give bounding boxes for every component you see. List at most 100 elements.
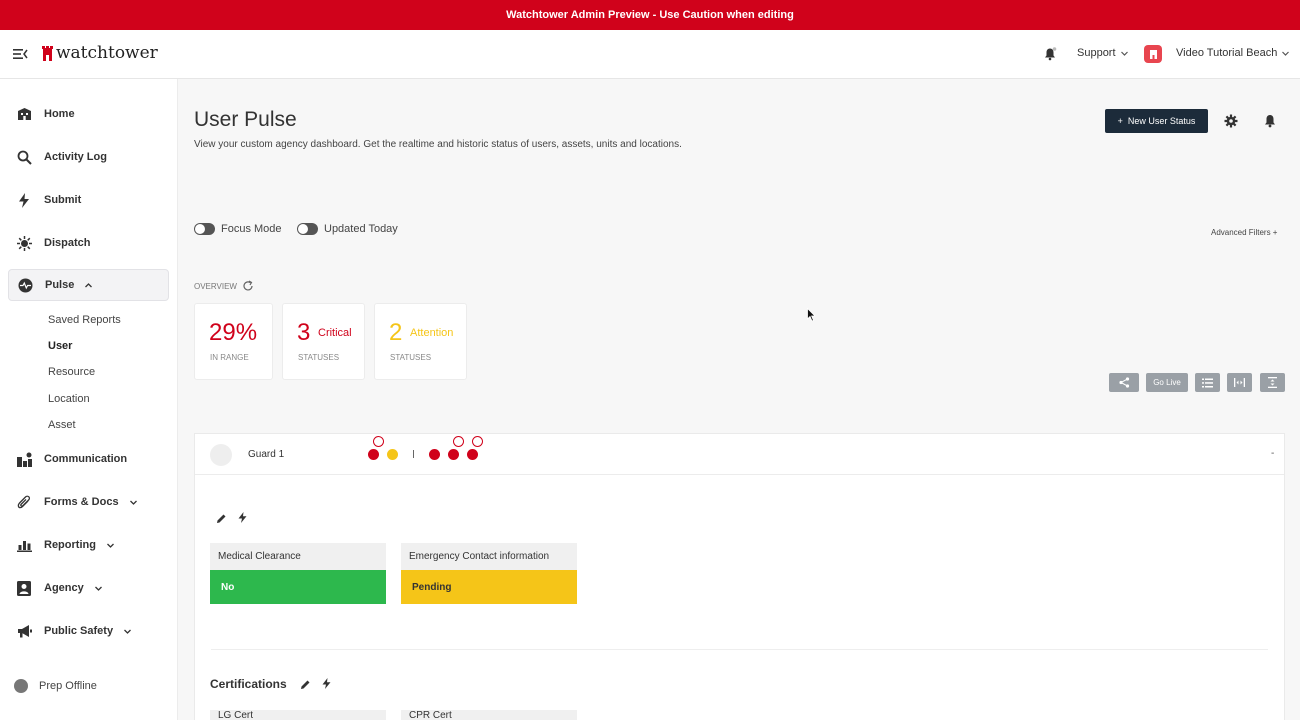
cpr-cert-field[interactable]: CPR Cert <box>401 710 577 720</box>
alert-ring-icon <box>472 436 483 447</box>
avatar <box>210 444 232 466</box>
refresh-icon[interactable] <box>242 280 254 292</box>
go-live-button[interactable]: Go Live <box>1146 373 1188 392</box>
page-title: User Pulse <box>194 108 297 131</box>
critical-stat-card[interactable]: 3 Critical STATUSES <box>282 303 365 380</box>
bolt-icon[interactable] <box>321 678 332 689</box>
sidebar-item-label: Communication <box>44 453 128 465</box>
badge-icon <box>16 580 32 596</box>
sidebar-item-forms-docs[interactable]: Forms & Docs <box>8 486 169 518</box>
focus-mode-switch[interactable] <box>194 223 215 235</box>
advanced-filters-link[interactable]: Advanced Filters + <box>1211 228 1277 237</box>
share-button[interactable] <box>1109 373 1139 392</box>
logo-text: watchtower <box>56 43 158 63</box>
share-icon <box>1118 377 1129 388</box>
pulse-subitem-saved-reports[interactable]: Saved Reports <box>48 314 121 326</box>
list-view-button[interactable] <box>1195 373 1220 392</box>
expand-width-button[interactable] <box>1227 373 1252 392</box>
chevron-down-icon <box>124 629 132 634</box>
user-row-header[interactable]: Guard 1 - <box>195 434 1284 475</box>
sidebar-item-label: Home <box>44 108 75 120</box>
chevron-up-icon <box>85 282 93 287</box>
notifications-bell-icon[interactable] <box>1043 47 1057 61</box>
agency-name-label: Video Tutorial Beach <box>1176 47 1278 59</box>
gear-icon[interactable] <box>1224 114 1238 128</box>
sidebar-item-label: Public Safety <box>44 625 114 637</box>
communication-icon <box>16 451 32 467</box>
alerts-bell-icon[interactable] <box>1263 114 1277 128</box>
medical-clearance-field[interactable]: Medical Clearance No <box>210 543 386 605</box>
watchtower-logo[interactable]: watchtower <box>42 43 158 63</box>
sidebar-item-agency[interactable]: Agency <box>8 572 169 604</box>
sidebar-item-pulse[interactable]: Pulse <box>8 269 169 301</box>
home-icon <box>16 106 32 122</box>
pulse-subitem-user[interactable]: User <box>48 340 72 352</box>
new-user-status-label: New User Status <box>1127 116 1196 126</box>
overview-header: OVERVIEW <box>194 280 254 292</box>
new-user-status-button[interactable]: + New User Status <box>1105 109 1208 133</box>
status-separator <box>413 450 414 458</box>
sidebar-item-reporting[interactable]: Reporting <box>8 529 169 561</box>
sidebar-item-public-safety[interactable]: Public Safety <box>8 615 169 647</box>
user-pulse-panel: Guard 1 - Medical Clearance No Emergency… <box>194 433 1285 720</box>
expand-height-button[interactable] <box>1260 373 1285 392</box>
pulse-icon <box>17 277 33 293</box>
pulse-subitem-resource[interactable]: Resource <box>48 366 95 378</box>
field-label: Medical Clearance <box>210 543 386 570</box>
attention-value: 2 <box>389 319 403 346</box>
bolt-icon <box>16 192 32 208</box>
collapse-row-button[interactable]: - <box>1271 448 1274 459</box>
attention-statuses-label: STATUSES <box>390 353 432 362</box>
chevron-down-icon <box>1282 51 1290 56</box>
status-dot-critical[interactable] <box>448 449 459 460</box>
emergency-contact-field[interactable]: Emergency Contact information Pending <box>401 543 577 605</box>
sidebar-item-label: Activity Log <box>44 151 107 163</box>
agency-avatar[interactable] <box>1144 45 1162 63</box>
top-bar: watchtower Support Video Tutorial Beach <box>0 30 1300 79</box>
critical-statuses-label: STATUSES <box>298 353 340 362</box>
section-divider <box>211 649 1268 650</box>
sidebar-item-label: Forms & Docs <box>44 496 119 508</box>
critical-label: Critical <box>318 327 352 339</box>
chevron-down-icon <box>94 586 102 591</box>
updated-today-toggle[interactable]: Updated Today <box>297 223 398 235</box>
pulse-subitem-location[interactable]: Location <box>48 393 90 405</box>
attention-label: Attention <box>410 327 454 339</box>
status-dot-critical[interactable] <box>467 449 478 460</box>
in-range-value: 29% <box>209 319 258 346</box>
certifications-title: Certifications <box>210 677 287 691</box>
sidebar-item-home[interactable]: Home <box>8 98 169 130</box>
in-range-stat-card[interactable]: 29% IN RANGE <box>194 303 273 380</box>
sidebar-item-dispatch[interactable]: Dispatch <box>8 227 169 259</box>
chart-icon <box>16 537 32 553</box>
updated-today-switch[interactable] <box>297 223 318 235</box>
prep-offline-button[interactable]: Prep Offline <box>14 679 97 693</box>
status-dot-critical[interactable] <box>429 449 440 460</box>
chevron-down-icon <box>106 543 114 548</box>
sidebar-item-activity-log[interactable]: Activity Log <box>8 141 169 173</box>
status-dot-attention[interactable] <box>387 449 398 460</box>
edit-pencil-icon[interactable] <box>216 513 227 524</box>
page-description: View your custom agency dashboard. Get t… <box>194 139 682 150</box>
prep-offline-label: Prep Offline <box>39 680 97 692</box>
banner-text: Watchtower Admin Preview - Use Caution w… <box>506 9 794 21</box>
expand-horizontal-icon <box>1234 378 1245 387</box>
menu-collapse-icon[interactable] <box>12 46 28 62</box>
siren-icon <box>16 235 32 251</box>
bolt-icon[interactable] <box>237 512 248 523</box>
support-label: Support <box>1077 47 1116 59</box>
in-range-label: IN RANGE <box>210 353 249 362</box>
critical-value: 3 <box>297 319 311 346</box>
edit-pencil-icon[interactable] <box>300 679 311 690</box>
pulse-subitem-asset[interactable]: Asset <box>48 419 76 431</box>
support-menu[interactable]: Support <box>1077 47 1129 59</box>
alert-ring-icon <box>453 436 464 447</box>
focus-mode-toggle[interactable]: Focus Mode <box>194 223 282 235</box>
agency-switcher[interactable]: Video Tutorial Beach <box>1176 47 1290 59</box>
sidebar-item-communication[interactable]: Communication <box>8 443 169 475</box>
sidebar-item-submit[interactable]: Submit <box>8 184 169 216</box>
sidebar-item-label: Dispatch <box>44 237 91 249</box>
status-dot-critical[interactable] <box>368 449 379 460</box>
attention-stat-card[interactable]: 2 Attention STATUSES <box>374 303 467 380</box>
lg-cert-field[interactable]: LG Cert <box>210 710 386 720</box>
